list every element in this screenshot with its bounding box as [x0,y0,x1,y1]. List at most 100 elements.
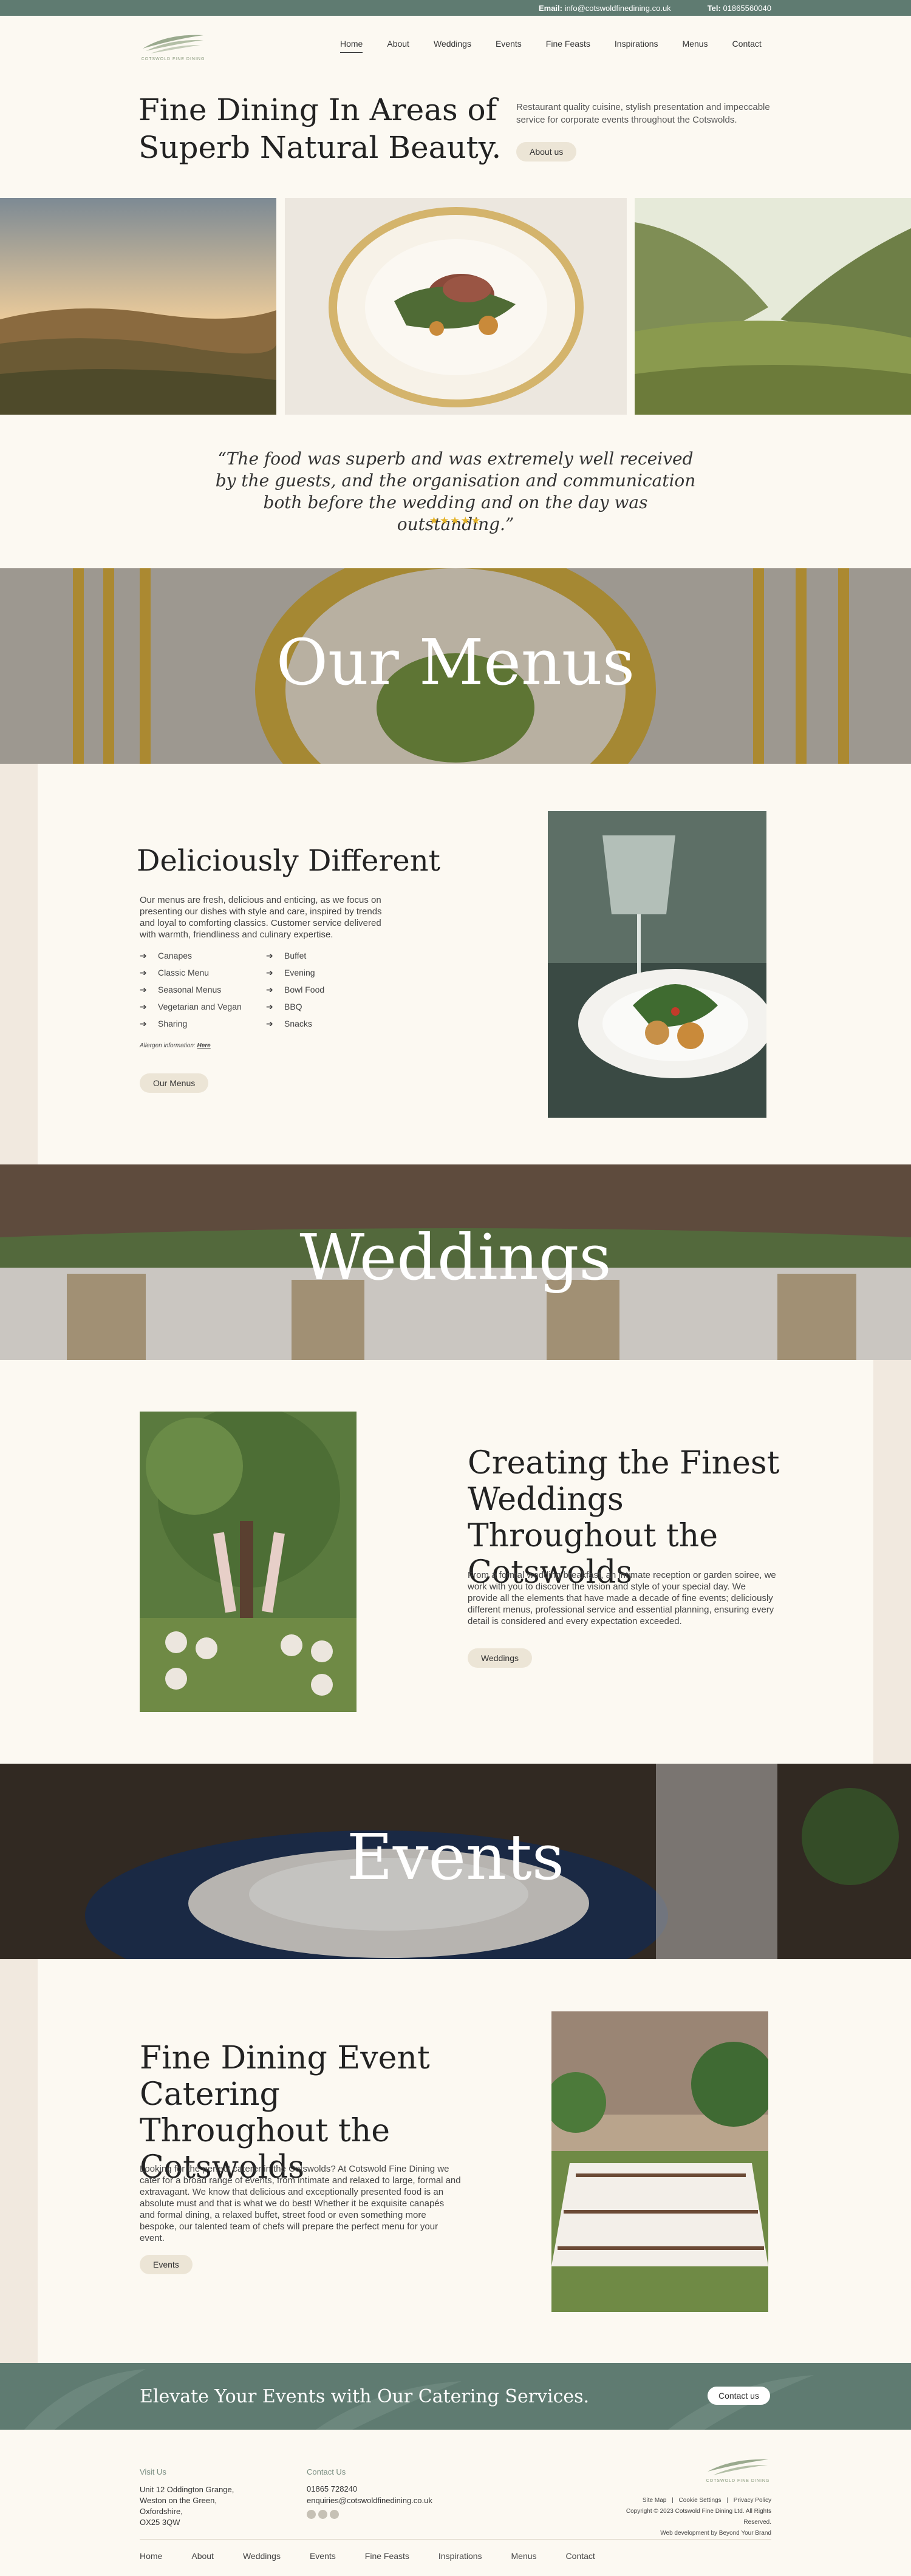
nav-contact[interactable]: Contact [732,39,762,53]
menus-text: Our menus are fresh, delicious and entic… [140,895,382,940]
contact-title: Contact Us [307,2467,346,2476]
email-label: Email: [538,3,562,13]
address-line: OX25 3QW [140,2518,180,2527]
list-item[interactable]: ➔ Sharing [140,1015,267,1032]
footer-logo[interactable]: COTSWOLD FINE DINING [705,2456,771,2486]
arrow-right-icon: ➔ [140,1001,147,1011]
nav-events[interactable]: Events [496,39,522,53]
nav-weddings[interactable]: Weddings [434,39,471,53]
arrow-right-icon: ➔ [140,967,147,977]
tel-link[interactable]: 01865560040 [723,4,771,13]
list-item[interactable]: ➔ Evening [266,964,387,981]
logo-text: COTSWOLD FINE DINING [706,2479,770,2483]
top-contact-bar: Email: info@cotswoldfinedining.co.uk Tel… [0,0,911,16]
arrow-right-icon: ➔ [266,1001,273,1011]
instagram-icon[interactable] [318,2510,327,2519]
nav-inspirations[interactable]: Inspirations [615,39,658,53]
menus-banner-title: Our Menus [276,625,635,699]
events-button[interactable]: Events [140,2255,193,2274]
list-item[interactable]: ➔ Seasonal Menus [140,981,267,998]
copyright-text: Copyright © 2023 Cotswold Fine Dining Lt… [626,2508,771,2526]
nav-menus[interactable]: Menus [683,39,708,53]
footer-nav-menus[interactable]: Menus [511,2551,537,2561]
arrow-right-icon: ➔ [266,1018,273,1028]
menus-side-strip [0,764,38,1164]
allergen-link[interactable]: Here [197,1042,211,1049]
footer-nav-contact[interactable]: Contact [566,2551,595,2561]
our-menus-button[interactable]: Our Menus [140,1073,209,1093]
menus-title: Deliciously Different [137,844,440,878]
email-link[interactable]: info@cotswoldfinedining.co.uk [565,4,671,13]
nav-about[interactable]: About [387,39,409,53]
privacy-policy-link[interactable]: Privacy Policy [734,2497,771,2504]
footer-legal: Site Map | Cookie Settings | Privacy Pol… [601,2495,771,2539]
footer-address: Unit 12 Oddington Grange, Weston on the … [140,2484,234,2528]
footer-nav-home[interactable]: Home [140,2551,162,2561]
list-item[interactable]: ➔ Classic Menu [140,964,267,981]
events-text: Looking for the perfect caterer in the C… [140,2164,461,2243]
weddings-title: Creating the Finest Weddings Throughout … [468,1445,780,1591]
cta-bar: Elevate Your Events with Our Catering Se… [0,2363,911,2430]
events-banner-title: Events [346,1820,565,1894]
topbar-tel[interactable]: Tel: 01865560040 [708,4,771,13]
long-table-photo [551,2011,768,2312]
menus-list-right: ➔ Buffet ➔ Evening ➔ Bowl Food ➔ BBQ ➔ Snacks [266,947,387,1032]
hero-title: Fine Dining In Areas of Superb Natural B… [138,92,502,165]
contact-us-button[interactable]: Contact us [708,2387,770,2405]
nav-fine-feasts[interactable]: Fine Feasts [546,39,590,53]
weddings-side-strip [873,1360,911,1764]
main-nav: Home About Weddings Events Fine Feasts I… [340,39,762,53]
arrow-right-icon: ➔ [266,950,273,960]
allergen-info: Allergen information: Here [140,1042,211,1049]
weddings-button[interactable]: Weddings [468,1648,533,1668]
cta-text: Elevate Your Events with Our Catering Se… [140,2386,590,2407]
nav-home[interactable]: Home [340,39,363,53]
facebook-icon[interactable] [307,2510,316,2519]
weddings-text: From a formal wedding breakfast, an inti… [468,1570,776,1626]
arrow-right-icon: ➔ [140,1018,147,1028]
credit-link[interactable]: Web development by Beyond Your Brand [601,2528,771,2539]
arrow-right-icon: ➔ [140,984,147,994]
about-us-button[interactable]: About us [516,142,577,161]
cookie-settings-link[interactable]: Cookie Settings [679,2497,722,2504]
arrow-right-icon: ➔ [266,967,273,977]
rating-stars: ★★★★★ [429,515,482,526]
list-item[interactable]: ➔ Vegetarian and Vegan [140,998,267,1015]
footer-nav-fine-feasts[interactable]: Fine Feasts [365,2551,409,2561]
tel-label: Tel: [707,3,721,13]
footer-phone[interactable]: 01865 728240 [307,2484,357,2493]
footer-nav-about[interactable]: About [191,2551,214,2561]
list-item[interactable]: ➔ BBQ [266,998,387,1015]
valley-photo [635,198,911,415]
sitemap-link[interactable]: Site Map [643,2497,666,2504]
footer-nav: Home About Weddings Events Fine Feasts I… [140,2551,595,2561]
arrow-right-icon: ➔ [266,984,273,994]
list-item[interactable]: ➔ Buffet [266,947,387,964]
weddings-banner-title: Weddings [299,1220,612,1294]
footer-email[interactable]: enquiries@cotswoldfinedining.co.uk [307,2496,432,2505]
linkedin-icon[interactable] [330,2510,339,2519]
events-side-strip [0,1959,38,2363]
footer-nav-weddings[interactable]: Weddings [243,2551,281,2561]
outdoor-ceremony-photo [140,1412,357,1712]
plated-dish-photo [285,198,627,415]
social-links [307,2510,341,2522]
footer-divider [140,2539,771,2540]
topbar-email[interactable]: Email: info@cotswoldfinedining.co.uk [539,4,671,13]
address-line: Weston on the Green, [140,2496,217,2505]
list-item[interactable]: ➔ Bowl Food [266,981,387,998]
footer-nav-events[interactable]: Events [310,2551,336,2561]
landscape-photo [0,198,276,415]
address-line: Unit 12 Oddington Grange, [140,2485,234,2494]
footer-nav-inspirations[interactable]: Inspirations [438,2551,482,2561]
visit-title: Visit Us [140,2467,166,2476]
list-item[interactable]: ➔ Canapes [140,947,267,964]
footer-links: Site Map | Cookie Settings | Privacy Pol… [642,2497,771,2504]
address-line: Oxfordshire, [140,2507,183,2516]
logo-text: COTSWOLD FINE DINING [141,57,205,61]
logo-leaves-icon [708,2459,768,2475]
site-logo[interactable]: COTSWOLD FINE DINING [140,30,206,64]
menus-list-left: ➔ Canapes ➔ Classic Menu ➔ Seasonal Menus ➔… [140,947,267,1032]
list-item[interactable]: ➔ Snacks [266,1015,387,1032]
wine-dish-photo [548,811,766,1118]
